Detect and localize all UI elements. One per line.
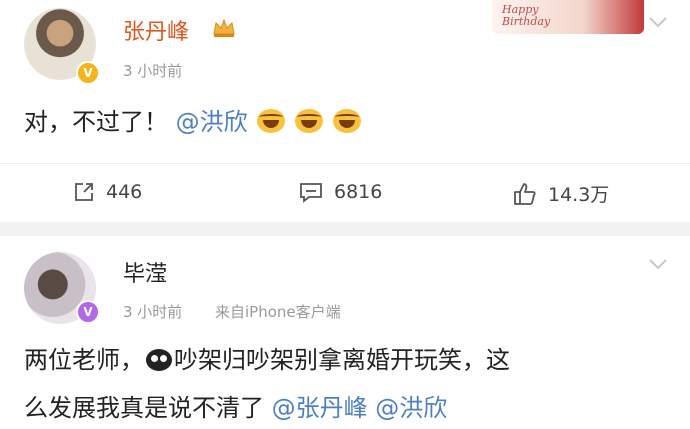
laugh-cry-emoji-icon (294, 109, 323, 133)
post-text: 么发展我真是说不清了 (24, 394, 264, 422)
thumbs-up-icon (514, 182, 536, 205)
section-separator (0, 222, 690, 236)
post-source: 来自iPhone客户端 (215, 303, 341, 321)
action-bar: 446 6816 14.3万 (0, 164, 690, 222)
post-time: 3 小时前 (123, 303, 183, 321)
post-text: 两位老师， (24, 346, 144, 374)
crown-icon (213, 18, 235, 37)
mention-link[interactable]: @洪欣 (176, 108, 248, 136)
like-button[interactable]: 14.3万 (512, 180, 609, 207)
post-time: 3 小时前 (123, 62, 183, 80)
laugh-cry-emoji-icon (332, 109, 361, 133)
verified-badge-icon: V (76, 61, 100, 85)
post-text: 对，不过了！ (24, 108, 168, 136)
mention-link[interactable]: @张丹峰 (272, 394, 368, 422)
like-count: 14.3万 (548, 184, 610, 206)
sad-emoji-icon (146, 349, 172, 371)
birthday-text-line2: Birthday (502, 15, 551, 28)
chevron-down-icon[interactable] (648, 16, 668, 28)
username[interactable]: 张丹峰 (123, 14, 189, 46)
birthday-text: Happy Birthday (502, 4, 550, 28)
post-text: 吵架归吵架别拿离婚开玩笑，这 (174, 346, 510, 374)
share-count: 446 (106, 181, 143, 203)
post-content: 对，不过了！ @洪欣 (24, 102, 361, 137)
laugh-cry-emoji-icon (257, 109, 286, 133)
post-card-1: V 张丹峰 3 小时前 Happy Birthday 对，不过了！ @洪欣 44… (0, 0, 690, 222)
chevron-down-icon[interactable] (648, 258, 668, 270)
post-content-line-2: 么发展我真是说不清了 @张丹峰 @洪欣 (24, 388, 447, 423)
mention-link[interactable]: @洪欣 (375, 394, 447, 422)
username[interactable]: 毕滢 (123, 256, 167, 288)
comment-button[interactable]: 6816 (298, 180, 382, 204)
share-button[interactable]: 446 (72, 180, 142, 204)
share-icon (75, 183, 93, 201)
comment-count: 6816 (334, 181, 383, 203)
birthday-decoration: Happy Birthday (492, 0, 644, 34)
post-content-line-1: 两位老师， 吵架归吵架别拿离婚开玩笑，这 (24, 340, 510, 375)
verified-badge-icon: V (76, 300, 100, 324)
comment-icon (300, 183, 322, 203)
